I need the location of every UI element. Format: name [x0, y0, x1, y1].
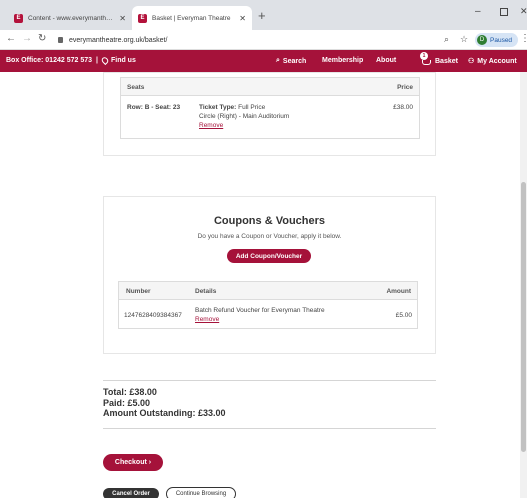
- url-text: everymantheatre.org.uk/basket/: [69, 36, 168, 44]
- checkout-button[interactable]: Checkout ›: [103, 454, 163, 471]
- browser-tab-basket[interactable]: E Basket | Everyman Theatre ✕: [132, 6, 252, 30]
- profile-button[interactable]: D Paused: [475, 33, 519, 47]
- site-favicon-icon: E: [14, 13, 23, 23]
- seats-column-header: Seats: [127, 84, 145, 91]
- header-separator: |: [96, 57, 98, 64]
- seat-area: Circle (Right) - Main Auditorium: [199, 113, 290, 120]
- price-column-header: Price: [397, 84, 413, 91]
- remove-ticket-link[interactable]: Remove: [199, 121, 223, 130]
- vouchers-card: Coupons & Vouchers Do you have a Coupon …: [103, 196, 436, 354]
- number-column-header: Number: [126, 288, 151, 295]
- vouchers-table-header: Number Details Amount: [119, 282, 417, 300]
- basket-count-badge: 1: [420, 52, 428, 60]
- order-totals: Total: £38.00 Paid: £5.00 Amount Outstan…: [103, 387, 226, 419]
- tab-close-icon[interactable]: ✕: [119, 14, 126, 23]
- membership-label: Membership: [322, 57, 364, 64]
- account-label: My Account: [477, 57, 517, 65]
- lock-icon: [58, 37, 63, 43]
- ticket-type-label: Ticket Type:: [199, 104, 237, 111]
- new-tab-button[interactable]: +: [258, 8, 266, 23]
- seat-location: Row: B - Seat: 23: [127, 104, 181, 111]
- window-minimize-icon[interactable]: –: [475, 6, 481, 17]
- vouchers-title: Coupons & Vouchers: [213, 215, 326, 227]
- browser-tab-bar: E Content - www.everymantheatre.org.uk ✕…: [0, 0, 527, 30]
- search-icon: ⌕: [276, 57, 280, 64]
- search-label: Search: [282, 57, 307, 65]
- about-nav[interactable]: About: [376, 57, 396, 64]
- search-nav[interactable]: ⌕ Search: [276, 57, 306, 65]
- paid-amount: Paid: £5.00: [103, 397, 151, 408]
- seats-table: Seats Price Row: B - Seat: 23 Ticket Typ…: [120, 77, 420, 139]
- ticket-type-value: Full Price: [238, 104, 266, 111]
- account-nav[interactable]: ⚇ My Account: [468, 57, 517, 66]
- voucher-amount: £5.00: [395, 312, 412, 319]
- voucher-details: Batch Refund Voucher for Everyman Theatr…: [195, 307, 325, 314]
- outstanding-amount: Amount Outstanding: £33.00: [103, 408, 226, 418]
- seats-table-header: Seats Price: [121, 78, 419, 96]
- browser-address-bar: ← → ↻ everymantheatre.org.uk/basket/ ⌕ ☆…: [0, 30, 527, 50]
- remove-voucher-link[interactable]: Remove: [195, 315, 219, 324]
- forward-arrow-icon[interactable]: →: [22, 33, 32, 44]
- user-icon: ⚇: [468, 58, 475, 65]
- tab-title: Content - www.everymantheatre.org.uk: [28, 14, 116, 22]
- profile-status: Paused: [490, 36, 513, 44]
- basket-label: Basket: [435, 57, 458, 65]
- location-pin-icon: [100, 55, 110, 66]
- back-arrow-icon[interactable]: ←: [6, 33, 16, 44]
- total-amount: Total: £38.00: [103, 387, 157, 397]
- tab-title: Basket | Everyman Theatre: [152, 14, 231, 22]
- browser-tab-content[interactable]: E Content - www.everymantheatre.org.uk ✕: [8, 6, 132, 30]
- seats-card: Seats Price Row: B - Seat: 23 Ticket Typ…: [103, 72, 436, 156]
- site-header: Box Office: 01242 572 573 | Find us ⌕ Se…: [0, 50, 527, 72]
- page-scrollbar[interactable]: [520, 72, 527, 498]
- membership-nav[interactable]: Membership: [322, 57, 363, 64]
- url-field[interactable]: everymantheatre.org.uk/basket/: [58, 33, 438, 47]
- window-maximize-icon[interactable]: [500, 8, 508, 16]
- voucher-number: 1247628409384367: [124, 312, 182, 319]
- window-close-icon[interactable]: ✕: [520, 6, 527, 17]
- amount-column-header: Amount: [386, 288, 411, 295]
- vouchers-table: Number Details Amount 1247628409384367 B…: [118, 281, 418, 329]
- box-office-phone[interactable]: Box Office: 01242 572 573: [6, 57, 92, 64]
- basket-nav[interactable]: 1 Basket: [420, 52, 458, 65]
- about-label: About: [376, 57, 397, 64]
- site-favicon-icon: E: [138, 13, 147, 23]
- divider: [103, 380, 436, 381]
- avatar: D: [477, 35, 487, 45]
- browser-menu-icon[interactable]: ⋮: [520, 33, 527, 44]
- zoom-icon[interactable]: ⌕: [444, 34, 449, 45]
- cancel-order-button[interactable]: Cancel Order: [103, 488, 159, 498]
- tab-close-icon[interactable]: ✕: [239, 14, 246, 23]
- continue-browsing-button[interactable]: Continue Browsing: [166, 487, 236, 498]
- find-us-link[interactable]: Find us: [111, 57, 136, 64]
- ticket-type: Ticket Type: Full Price: [199, 103, 265, 112]
- scrollbar-thumb[interactable]: [521, 182, 526, 452]
- vouchers-subtitle: Do you have a Coupon or Voucher, apply i…: [197, 233, 342, 240]
- reload-icon[interactable]: ↻: [38, 33, 46, 44]
- details-column-header: Details: [195, 288, 217, 295]
- add-coupon-button[interactable]: Add Coupon/Voucher: [227, 249, 311, 263]
- divider: [103, 428, 436, 429]
- basket-icon: 1: [420, 52, 432, 65]
- ticket-price: £38.00: [393, 104, 413, 111]
- bookmark-star-icon[interactable]: ☆: [460, 34, 468, 45]
